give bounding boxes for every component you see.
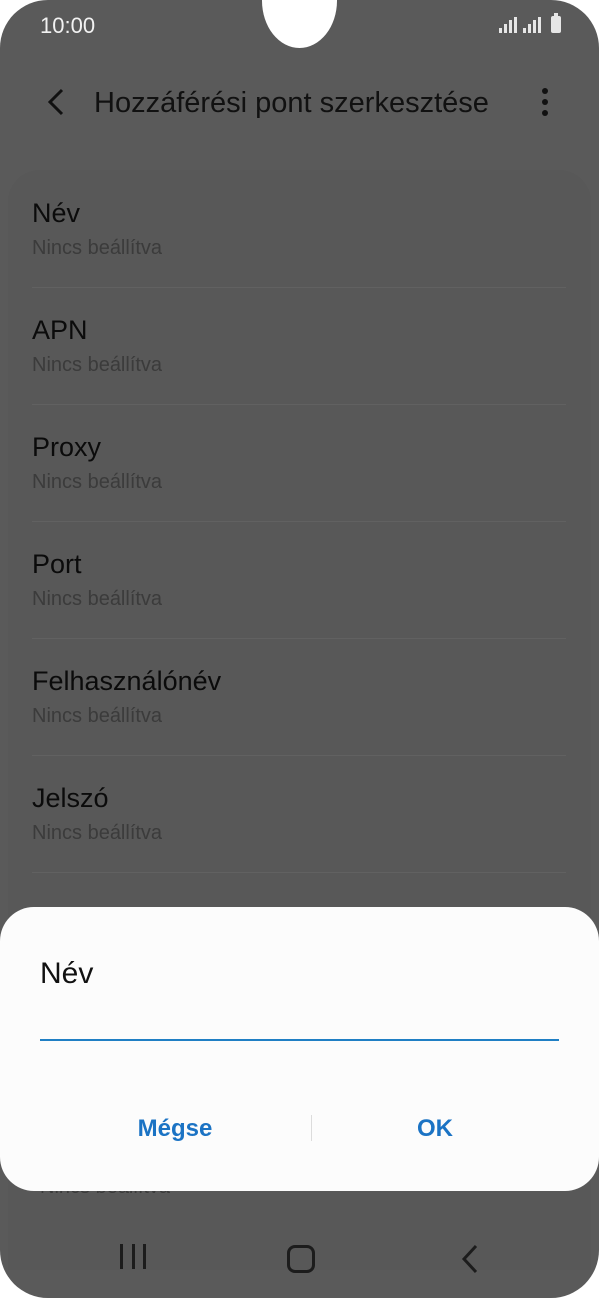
list-item-port[interactable]: Port Nincs beállítva: [32, 521, 566, 639]
list-item-value: Nincs beállítva: [32, 237, 163, 259]
list-item-value: Nincs beállítva: [32, 354, 163, 376]
list-item-label: Proxy: [32, 432, 102, 462]
page-title: Hozzáférési pont szerkesztése: [94, 87, 489, 119]
status-bar: 10:00: [0, 0, 599, 52]
list-item-label: Név: [32, 198, 81, 228]
home-icon[interactable]: [287, 1245, 315, 1273]
name-input[interactable]: [40, 1003, 559, 1041]
name-dialog: Név Mégse OK: [0, 907, 599, 1191]
list-item-label: Jelszó: [32, 783, 109, 813]
recent-apps-icon[interactable]: [120, 1244, 146, 1270]
list-item-proxy[interactable]: Proxy Nincs beállítva: [32, 404, 566, 522]
signal-icon: [499, 17, 517, 33]
list-item-apn[interactable]: APN Nincs beállítva: [32, 287, 566, 405]
list-item-value: Nincs beállítva: [32, 822, 163, 844]
list-item-name[interactable]: Név Nincs beállítva: [32, 170, 566, 288]
phone-screen: 10:00 Hozzáférési pont szerkesztése Név …: [0, 0, 599, 1298]
ok-button[interactable]: OK: [310, 1101, 560, 1157]
recent-apps-icon-bar: [143, 1244, 146, 1269]
back-icon[interactable]: [456, 1242, 484, 1276]
navigation-bar: [0, 1226, 599, 1294]
more-vert-icon-dot: [542, 99, 548, 105]
signal-icon: [523, 17, 541, 33]
list-item-value: Nincs beállítva: [32, 588, 163, 610]
status-icons: [499, 13, 561, 33]
app-bar: Hozzáférési pont szerkesztése: [0, 72, 599, 132]
list-item-username[interactable]: Felhasználónév Nincs beállítva: [32, 638, 566, 756]
battery-icon: [551, 13, 561, 33]
status-time: 10:00: [40, 13, 96, 38]
list-item-password[interactable]: Jelszó Nincs beállítva: [32, 755, 566, 873]
cancel-button[interactable]: Mégse: [40, 1101, 310, 1157]
list-item-label: Port: [32, 549, 82, 579]
list-item-label: Felhasználónév: [32, 666, 222, 696]
list-item-value: Nincs beállítva: [32, 471, 163, 493]
dialog-title: Név: [40, 957, 94, 990]
back-arrow-icon: [47, 88, 64, 116]
recent-apps-icon-bar: [120, 1244, 123, 1269]
more-vert-icon: [542, 88, 548, 94]
list-item-value: Nincs beállítva: [32, 705, 163, 727]
list-item-label: APN: [32, 315, 88, 345]
back-button[interactable]: [36, 82, 76, 122]
more-options-button[interactable]: [528, 82, 562, 122]
more-vert-icon-dot: [542, 110, 548, 116]
recent-apps-icon-bar: [131, 1244, 135, 1269]
